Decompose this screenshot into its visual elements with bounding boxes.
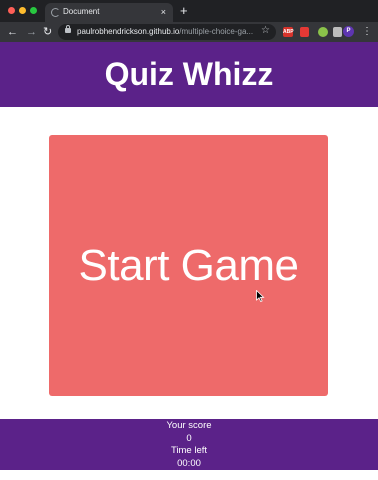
reload-button[interactable]: ↻: [43, 25, 52, 39]
video-extension-icon[interactable]: [300, 27, 309, 37]
time-label: Time left: [170, 445, 208, 456]
browser-toolbar: ← → ↻ paulrobhendrickson.github.io/multi…: [0, 22, 378, 42]
bookmark-star-icon[interactable]: ☆: [261, 24, 270, 38]
url-path: /multiple-choice-ga...: [179, 27, 254, 36]
score-footer: Your score 0 Time left 00:00: [0, 419, 378, 470]
url-host: paulrobhendrickson.github.io: [77, 27, 180, 36]
browser-tab[interactable]: Document ×: [45, 3, 173, 22]
green-extension-icon[interactable]: [318, 27, 328, 37]
back-button[interactable]: ←: [7, 25, 18, 39]
puzzle-extension-icon[interactable]: [333, 27, 342, 37]
start-game-button[interactable]: Start Game: [49, 135, 328, 396]
page-header: Quiz Whizz: [0, 42, 378, 107]
forward-button[interactable]: →: [26, 25, 37, 39]
loading-icon: [51, 8, 60, 17]
score-value: 0: [186, 432, 192, 444]
time-value: 00:00: [177, 457, 201, 469]
new-tab-button[interactable]: +: [180, 4, 188, 18]
close-window-icon[interactable]: [8, 7, 15, 14]
close-tab-icon[interactable]: ×: [161, 6, 166, 18]
adblock-extension-icon[interactable]: ABP: [283, 27, 294, 37]
profile-avatar[interactable]: P: [343, 26, 354, 37]
maximize-window-icon[interactable]: [30, 7, 37, 14]
browser-menu-icon[interactable]: ⋮: [362, 25, 372, 39]
url-text: paulrobhendrickson.github.io/multiple-ch…: [77, 27, 253, 36]
start-game-label: Start Game: [78, 240, 299, 290]
mouse-cursor-icon: [256, 290, 265, 302]
tab-title: Document: [63, 7, 100, 16]
minimize-window-icon[interactable]: [19, 7, 26, 14]
address-bar[interactable]: paulrobhendrickson.github.io/multiple-ch…: [58, 24, 276, 40]
lock-icon: [65, 25, 71, 33]
browser-tab-bar: Document × +: [0, 0, 378, 22]
score-label: Your score: [166, 420, 212, 431]
page-title: Quiz Whizz: [104, 56, 274, 92]
